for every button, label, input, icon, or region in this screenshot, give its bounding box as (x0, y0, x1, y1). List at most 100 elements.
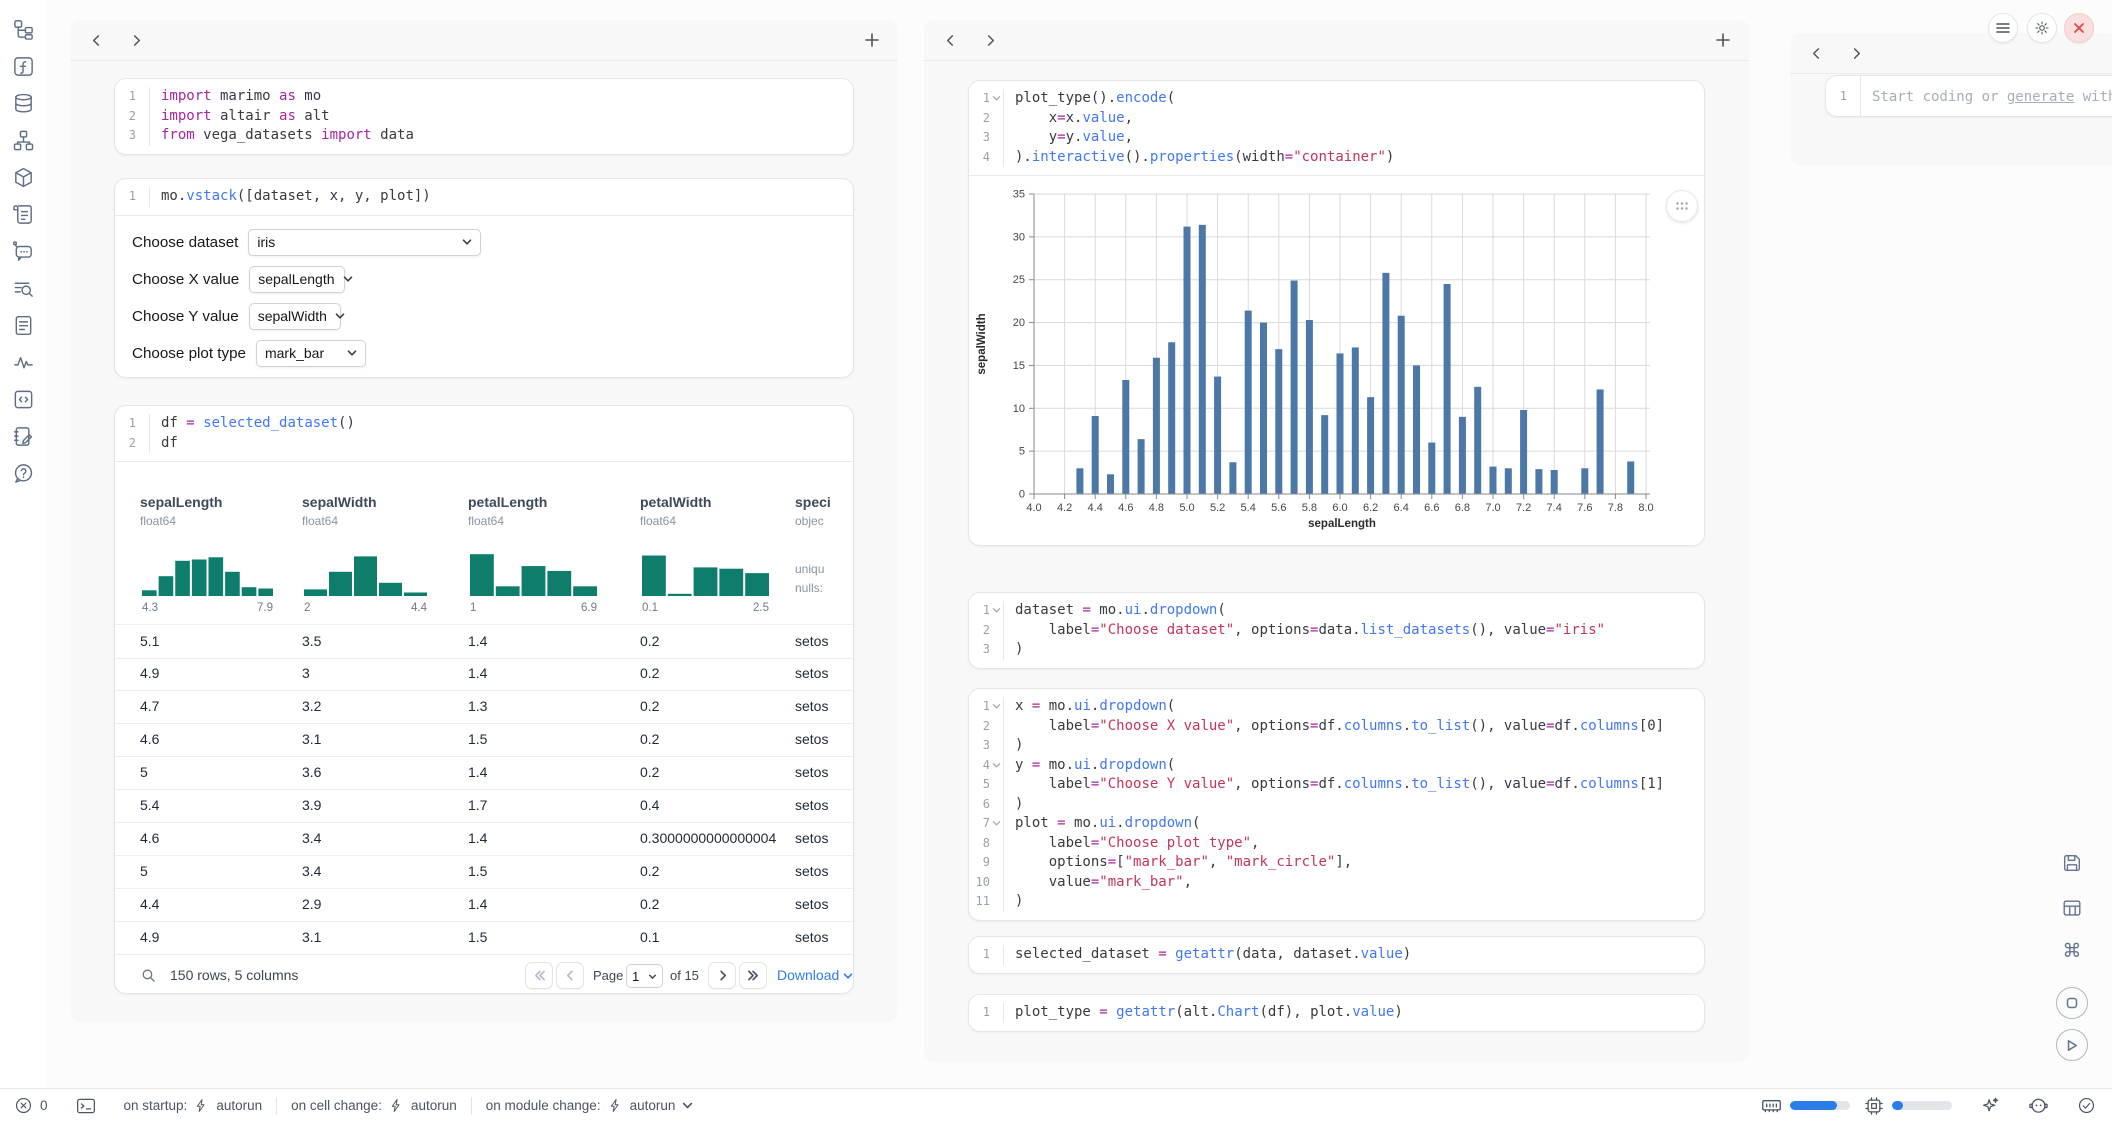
code-line[interactable]: y = mo.ui.dropdown( (1015, 756, 1704, 776)
code-line[interactable]: df = selected_dataset() (161, 414, 853, 434)
code-line[interactable]: label="Choose plot type", (1015, 834, 1704, 854)
code-line[interactable]: df (161, 434, 853, 454)
runtime-config-0[interactable]: on startup:autorun (110, 1096, 277, 1116)
code-line[interactable]: value="mark_bar", (1015, 873, 1704, 893)
selected-dataset-cell[interactable]: 1selected_dataset = getattr(data, datase… (968, 936, 1705, 974)
save-button[interactable] (2060, 851, 2084, 875)
code-line[interactable]: label="Choose X value", options=df.colum… (1015, 717, 1704, 737)
choose-y-value-select[interactable]: sepalWidth (249, 303, 341, 330)
table-row[interactable]: 4.42.91.40.2setos (115, 888, 854, 922)
ram-usage-indicator[interactable] (1747, 1096, 1782, 1116)
table-row[interactable]: 5.43.91.70.4setos (115, 789, 854, 823)
column-header[interactable]: sepalLength (140, 494, 222, 510)
plot-cell[interactable]: 1234plot_type().encode( x=x.value, y=y.v… (968, 80, 1705, 546)
sidebar-chat-assistant-button[interactable] (12, 240, 35, 263)
code-line[interactable]: dataset = mo.ui.dropdown( (1015, 601, 1704, 621)
table-view-button[interactable] (2060, 896, 2084, 920)
choose-dataset-select[interactable]: iris (248, 229, 481, 256)
code-line[interactable]: ) (1015, 795, 1704, 815)
table-row[interactable]: 4.63.41.40.3000000000000004setos (115, 822, 854, 856)
plot-type-cell[interactable]: 1plot_type = getattr(alt.Chart(df), plot… (968, 994, 1705, 1032)
runtime-config-2[interactable]: on module change:autorun (472, 1096, 708, 1116)
search-icon[interactable] (140, 967, 157, 989)
code-line[interactable]: label="Choose dataset", options=data.lis… (1015, 621, 1704, 641)
cpu-usage-indicator[interactable] (1864, 1096, 1884, 1116)
runtime-config-1[interactable]: on cell change:autorun (277, 1096, 471, 1116)
code-line[interactable]: x=x.value, (1015, 109, 1704, 129)
empty-code-cell[interactable]: 1 Start coding or generate with (1825, 75, 2112, 117)
add-cell-button[interactable] (1711, 28, 1735, 52)
table-row[interactable]: 53.61.40.2setos (115, 756, 854, 790)
column-nav-right-button[interactable] (1844, 41, 1868, 65)
code-line[interactable]: options=["mark_bar", "mark_circle"], (1015, 853, 1704, 873)
sidebar-database-button[interactable] (12, 92, 35, 115)
terminal-button[interactable] (62, 1096, 110, 1116)
dataframe-cell[interactable]: 12df = selected_dataset()df sepalLengthf… (114, 405, 854, 994)
sidebar-snippets-button[interactable] (12, 388, 35, 411)
errors-indicator[interactable]: 0 (0, 1096, 62, 1116)
settings-button[interactable] (2027, 13, 2057, 43)
fold-chevron-icon[interactable] (990, 94, 1003, 103)
chat-assistant-button[interactable] (2014, 1096, 2063, 1116)
download-button[interactable]: Download (777, 962, 853, 989)
sidebar-help-button[interactable] (12, 462, 35, 485)
ai-assist-button[interactable] (1966, 1096, 2014, 1116)
code-line[interactable]: from vega_datasets import data (161, 126, 853, 146)
fold-chevron-icon[interactable] (990, 761, 1003, 770)
sidebar-dependency-graph-button[interactable] (12, 129, 35, 152)
code-placeholder[interactable]: Start coding or generate with (1872, 76, 2112, 117)
sidebar-logs-search-button[interactable] (12, 277, 35, 300)
code-line[interactable]: import altair as alt (161, 107, 853, 127)
code-line[interactable]: label="Choose Y value", options=df.colum… (1015, 775, 1704, 795)
table-row[interactable]: 4.931.40.2setos (115, 657, 854, 691)
sidebar-tracing-button[interactable] (12, 351, 35, 374)
code-line[interactable]: mo.vstack([dataset, x, y, plot]) (161, 187, 853, 207)
choose-x-value-select[interactable]: sepalLength (249, 266, 345, 293)
last-page-button[interactable] (739, 962, 767, 989)
choose-plot-type-select[interactable]: mark_bar (256, 340, 366, 367)
code-line[interactable]: selected_dataset = getattr(data, dataset… (1015, 945, 1704, 965)
column-nav-left-button[interactable] (938, 28, 962, 52)
xy-plot-dropdowns-cell[interactable]: 1234567891011x = mo.ui.dropdown( label="… (968, 688, 1705, 921)
page-select[interactable]: 1 (626, 964, 663, 988)
table-row[interactable]: 4.93.11.50.1setos (115, 921, 854, 955)
altair-chart[interactable]: 051015202530354.04.24.44.64.85.05.25.45.… (969, 182, 1705, 540)
code-line[interactable]: ) (1015, 640, 1704, 660)
code-line[interactable]: y=y.value, (1015, 128, 1704, 148)
code-line[interactable]: plot = mo.ui.dropdown( (1015, 814, 1704, 834)
fold-chevron-icon[interactable] (990, 702, 1003, 711)
prev-page-button[interactable] (556, 962, 584, 989)
imports-cell[interactable]: 123import marimo as moimport altair as a… (114, 78, 854, 155)
sidebar-scratchpad-button[interactable] (12, 425, 35, 448)
run-all-button[interactable] (2056, 1029, 2088, 1061)
dataset-dropdown-cell[interactable]: 123dataset = mo.ui.dropdown( label="Choo… (968, 592, 1705, 669)
code-line[interactable]: plot_type = getattr(alt.Chart(df), plot.… (1015, 1003, 1704, 1023)
command-palette-button[interactable]: ⌘ (2060, 939, 2084, 963)
first-page-button[interactable] (525, 962, 553, 989)
sidebar-file-tree-button[interactable] (12, 18, 35, 41)
column-nav-right-button[interactable] (124, 28, 148, 52)
table-row[interactable]: 4.63.11.50.2setos (115, 723, 854, 757)
code-line[interactable]: x = mo.ui.dropdown( (1015, 697, 1704, 717)
sidebar-script-button[interactable] (12, 203, 35, 226)
sidebar-package-button[interactable] (12, 166, 35, 189)
column-nav-left-button[interactable] (1804, 41, 1828, 65)
add-cell-button[interactable] (860, 28, 884, 52)
sidebar-function-button[interactable] (12, 55, 35, 78)
drag-handle[interactable] (1666, 190, 1698, 222)
column-nav-left-button[interactable] (84, 28, 108, 52)
vstack-cell[interactable]: 1mo.vstack([dataset, x, y, plot]) Choose… (114, 178, 854, 378)
close-button[interactable] (2064, 13, 2094, 43)
column-header[interactable]: sepalWidth (302, 494, 377, 510)
generate-with-ai-link[interactable]: generate (2007, 89, 2074, 105)
code-line[interactable]: ).interactive().properties(width="contai… (1015, 148, 1704, 168)
fold-chevron-icon[interactable] (990, 606, 1003, 615)
table-row[interactable]: 4.73.21.30.2setos (115, 690, 854, 724)
column-header[interactable]: speci (795, 494, 831, 510)
connection-status-button[interactable] (2063, 1096, 2112, 1116)
code-line[interactable]: ) (1015, 736, 1704, 756)
code-line[interactable]: import marimo as mo (161, 87, 853, 107)
code-line[interactable]: plot_type().encode( (1015, 89, 1704, 109)
column-nav-right-button[interactable] (978, 28, 1002, 52)
sidebar-documentation-button[interactable] (12, 314, 35, 337)
